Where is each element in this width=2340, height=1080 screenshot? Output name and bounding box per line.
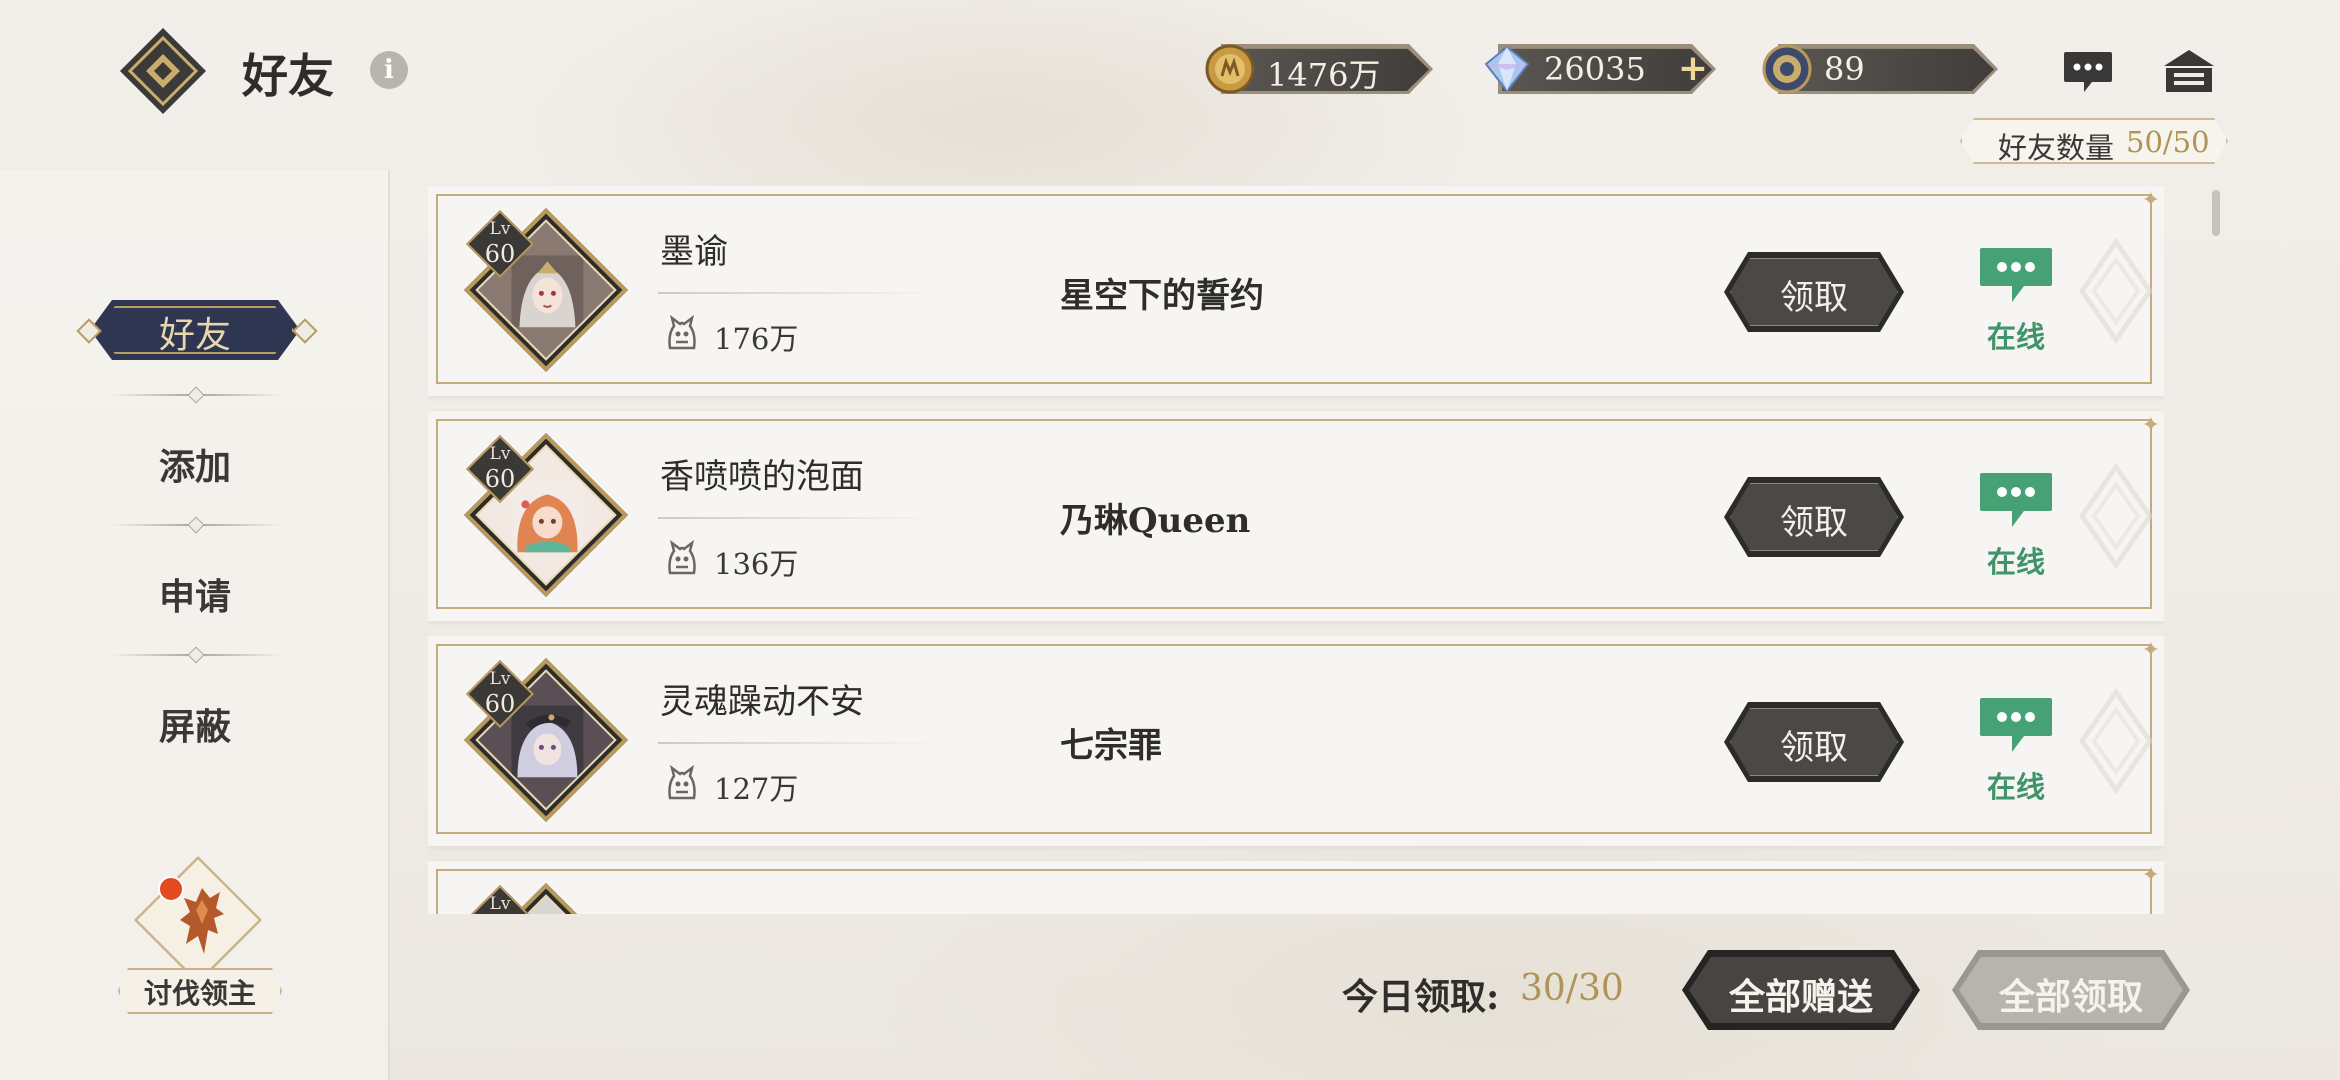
chat-icon[interactable]: [2062, 50, 2114, 94]
friend-name: 香喷喷的泡面: [660, 457, 864, 497]
list-scrollbar[interactable]: [2212, 190, 2220, 236]
sparkle-icon: ✦: [2141, 188, 2160, 213]
today-claim-value: 30/30: [1520, 968, 1624, 1009]
level-prefix: Lv: [489, 219, 511, 239]
friend-name: 灵魂躁动不安: [660, 682, 864, 722]
friend-list[interactable]: ✦ Lv 60 墨谕 176万 星空下的誓约 领取 在线 ✦ Lv 60 香喷喷…: [428, 186, 2164, 914]
level-prefix: Lv: [489, 894, 511, 914]
online-status: 在线: [1986, 770, 2045, 804]
level-badge: Lv 60: [466, 210, 534, 278]
friend-count-value: 50/50: [2126, 125, 2210, 159]
friend-card: ✦ Lv 60 墨谕 176万 星空下的誓约 领取 在线: [428, 186, 2164, 396]
combat-power-icon: [662, 764, 702, 804]
add-diamond-button[interactable]: +: [1678, 48, 1708, 89]
mail-inbox-icon[interactable]: [2162, 48, 2216, 94]
chat-bubble-icon[interactable]: [1978, 696, 2054, 756]
friend-avatar[interactable]: Lv: [462, 881, 630, 914]
level-badge: Lv: [466, 885, 534, 914]
friend-avatar[interactable]: Lv 60: [462, 656, 630, 824]
diamond-resource[interactable]: 26035 +: [1482, 46, 1720, 92]
gift-all-label: 全部赠送: [1728, 976, 1873, 1018]
sidebar-divider: [110, 646, 282, 664]
diamond-gem-icon: [1482, 44, 1532, 94]
tab-add[interactable]: 添加: [90, 438, 300, 490]
claim-button[interactable]: 领取: [1724, 477, 1904, 557]
boss-raid-button[interactable]: 讨伐领主: [118, 856, 282, 1014]
card-ornament: [2078, 462, 2154, 570]
level-number: 60: [484, 690, 516, 718]
claim-button[interactable]: 领取: [1724, 252, 1904, 332]
level-badge: Lv 60: [466, 660, 534, 728]
claim-all-button[interactable]: 全部领取: [1952, 950, 2190, 1030]
sidebar-divider: [110, 516, 282, 534]
info-icon[interactable]: i: [370, 51, 408, 89]
tab-requests[interactable]: 申请: [90, 568, 300, 620]
friend-avatar[interactable]: Lv 60: [462, 431, 630, 599]
name-divider: [658, 517, 940, 519]
tab-friends-label[interactable]: 好友: [90, 306, 300, 358]
diamond-value: 26035: [1544, 50, 1646, 88]
level-number: 60: [484, 240, 516, 268]
online-status: 在线: [1986, 320, 2045, 354]
today-claim-label: 今日领取:: [1342, 976, 1500, 1018]
level-number: 60: [484, 465, 516, 493]
combat-power-value: 127万: [714, 772, 799, 806]
friend-card: ✦ Lv 60 香喷喷的泡面 136万 乃琳Queen 领取 在线: [428, 411, 2164, 621]
boss-label: 讨伐领主: [143, 977, 256, 1010]
chat-bubble-icon[interactable]: [1978, 471, 2054, 531]
token-value: 89: [1824, 50, 1865, 88]
tab-blocked[interactable]: 屏蔽: [90, 698, 300, 750]
level-badge: Lv 60: [466, 435, 534, 503]
claim-button[interactable]: 领取: [1724, 702, 1904, 782]
guild-name: 乃琳Queen: [1060, 501, 1251, 541]
friend-avatar[interactable]: Lv 60: [462, 206, 630, 374]
claim-all-label: 全部领取: [1998, 976, 2143, 1018]
claim-label: 领取: [1780, 728, 1848, 768]
guild-name: 星空下的誓约: [1060, 276, 1264, 316]
level-prefix: Lv: [489, 669, 511, 689]
gold-resource[interactable]: 1476万: [1205, 44, 1437, 94]
boss-silhouette-icon: [174, 884, 230, 964]
token-resource[interactable]: 89: [1762, 46, 2002, 92]
claim-label: 领取: [1780, 503, 1848, 543]
level-prefix: Lv: [489, 444, 511, 464]
online-status: 在线: [1986, 545, 2045, 579]
sparkle-icon: ✦: [2141, 413, 2160, 438]
notification-dot: [158, 876, 184, 902]
friends-logo-icon: [118, 26, 208, 116]
page-title: 好友: [242, 49, 334, 103]
friend-card: ✦ Lv 60 灵魂躁动不安 127万 七宗罪 领取 在线: [428, 636, 2164, 846]
friend-name: 墨谕: [660, 232, 728, 272]
friend-count-label: 好友数量: [1998, 131, 2115, 165]
friend-card: ✦ Lv: [428, 861, 2164, 914]
card-frame: [436, 869, 2152, 914]
sidebar-divider: [110, 386, 282, 404]
sparkle-icon: ✦: [2141, 638, 2160, 663]
combat-power-value: 136万: [714, 547, 799, 581]
name-divider: [658, 292, 940, 294]
gold-coin-icon: [1205, 44, 1255, 94]
friend-count-badge: 好友数量 50/50: [1960, 118, 2228, 164]
card-ornament: [2078, 687, 2154, 795]
combat-power-icon: [662, 539, 702, 579]
gold-value: 1476万: [1267, 56, 1381, 94]
name-divider: [658, 742, 940, 744]
card-ornament: [2078, 237, 2154, 345]
sparkle-icon: ✦: [2141, 863, 2160, 888]
claim-label: 领取: [1780, 278, 1848, 318]
combat-power-icon: [662, 314, 702, 354]
guild-name: 七宗罪: [1060, 726, 1162, 766]
gift-all-button[interactable]: 全部赠送: [1682, 950, 1920, 1030]
token-coin-icon: [1762, 44, 1812, 94]
combat-power-value: 176万: [714, 322, 799, 356]
chat-bubble-icon[interactable]: [1978, 246, 2054, 306]
